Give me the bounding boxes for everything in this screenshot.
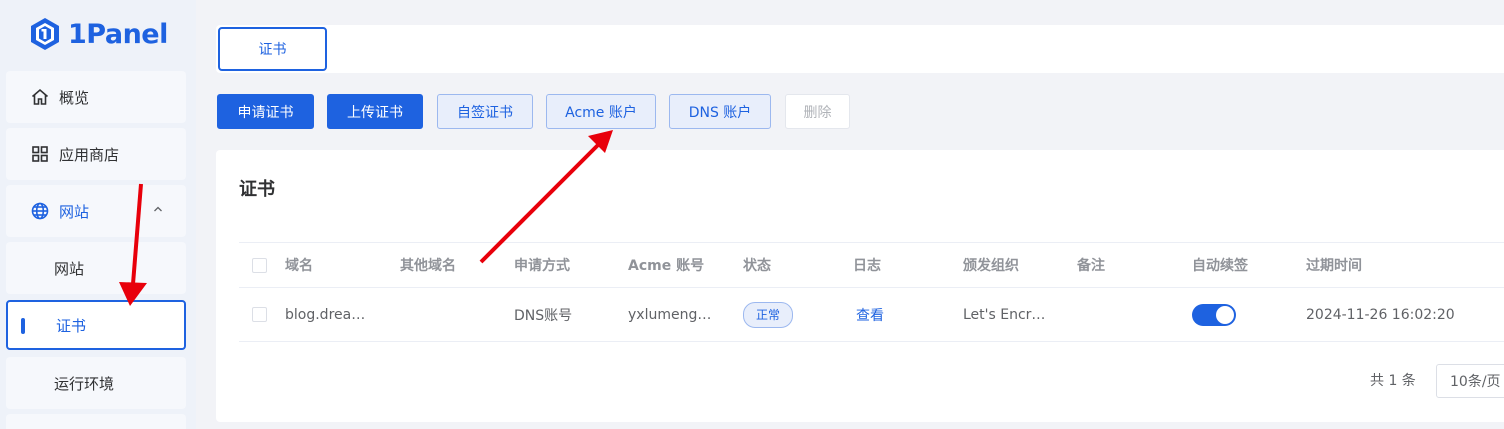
page-size-select[interactable]: 10条/页 [1436,364,1504,398]
sidebar-subitem-certificate[interactable]: 证书 [6,300,186,350]
expire-cell: 2024-11-26 16:02:20 [1306,306,1455,323]
method-cell: DNS账号 [514,307,573,324]
auto-renew-cell [1192,288,1236,341]
column-header[interactable]: 日志 [853,243,881,287]
column-header[interactable]: 过期时间 [1306,243,1362,287]
sidebar-item-next[interactable] [6,414,186,429]
tab-certificate[interactable]: 证书 [218,27,327,71]
logo-icon [31,18,59,50]
card-title: 证书 [239,179,275,200]
globe-icon [31,202,49,220]
column-header[interactable]: 颁发组织 [963,243,1019,287]
sidebar-item-label: 概览 [59,88,90,107]
logo[interactable]: 1Panel [30,16,168,52]
acme-account-button[interactable]: Acme 账户 [546,94,656,129]
column-header[interactable]: 申请方式 [514,243,570,287]
upload-certificate-button[interactable]: 上传证书 [327,94,423,129]
issuer-cell: Let's Encr… [963,306,1046,323]
active-indicator [21,318,25,334]
sidebar-item-overview[interactable]: 概览 [6,71,186,123]
chevron-up-icon [154,206,162,212]
table-header: 域名 其他域名 申请方式 Acme 账号 状态 日志 颁发组织 备注 自动续签 … [239,242,1504,288]
self-signed-certificate-button[interactable]: 自签证书 [437,94,533,129]
pagination-total: 共 1 条 [1370,373,1416,389]
view-log-link[interactable]: 查看 [856,305,884,325]
domain-cell: blog.drea… [285,306,366,323]
logo-text: 1Panel [68,18,168,50]
apply-certificate-button[interactable]: 申请证书 [217,94,314,129]
status-cell: 正常 [743,288,794,341]
column-header[interactable]: 其他域名 [400,243,456,287]
tab-bar: 证书 [216,25,1504,73]
column-header[interactable]: 备注 [1077,243,1105,287]
grid-icon [32,146,48,162]
sidebar-item-label: 网站 [59,202,90,221]
sidebar: 1Panel 概览 应用商店 网站 网站 证书 运行环境 [0,0,196,429]
auto-renew-toggle[interactable] [1192,303,1236,326]
sidebar-subitem-label: 证书 [56,316,87,335]
log-cell: 查看 [856,288,884,341]
sidebar-subitem-runtime[interactable]: 运行环境 [6,357,186,409]
certificate-table: 域名 其他域名 申请方式 Acme 账号 状态 日志 颁发组织 备注 自动续签 … [239,242,1504,342]
sidebar-item-app-store[interactable]: 应用商店 [6,128,186,180]
sidebar-item-label: 应用商店 [59,145,120,164]
select-all-cell [252,243,267,287]
acme-account-cell: yxlumeng… [628,306,712,323]
sidebar-item-website[interactable]: 网站 [6,185,186,237]
column-header[interactable]: 状态 [743,243,771,287]
status-badge: 正常 [743,301,794,328]
column-header[interactable]: Acme 账号 [628,243,704,287]
row-select-cell [252,288,267,341]
home-icon [31,88,49,105]
column-header[interactable]: 域名 [285,243,313,287]
certificate-card: 证书 域名 其他域名 申请方式 Acme 账号 状态 日志 颁发组织 备注 自动… [216,150,1504,422]
table-row: blog.drea… DNS账号 yxlumeng… 正常 查看 Let's E… [239,288,1504,342]
sidebar-subitem-label: 网站 [54,259,85,278]
sidebar-subitem-website[interactable]: 网站 [6,242,186,294]
delete-button[interactable]: 删除 [785,94,850,129]
select-all-checkbox[interactable] [252,257,267,273]
toggle-knob [1216,305,1234,324]
dns-account-button[interactable]: DNS 账户 [669,94,771,129]
sidebar-subitem-label: 运行环境 [54,374,115,393]
column-header[interactable]: 自动续签 [1192,243,1248,287]
row-checkbox[interactable] [252,307,267,322]
